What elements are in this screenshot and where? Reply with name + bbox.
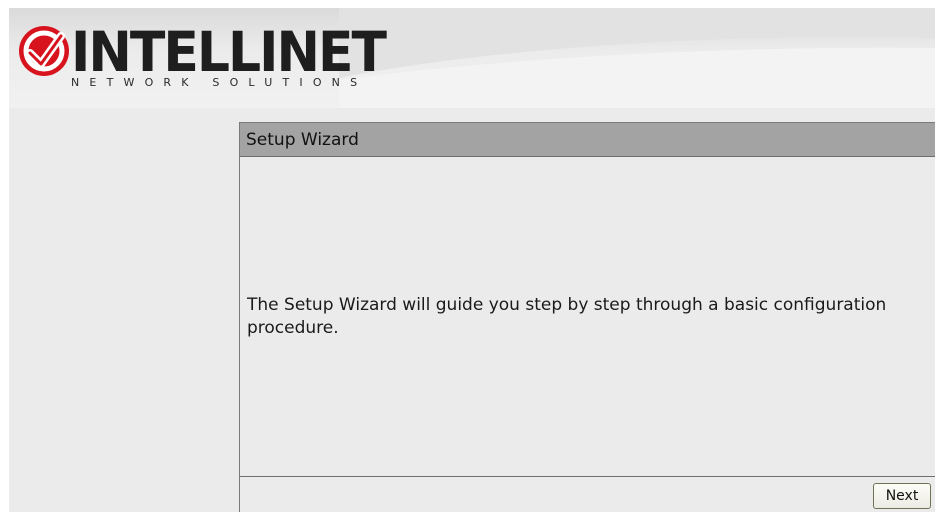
check-mark-circle-icon	[19, 26, 69, 76]
panel-body: The Setup Wizard will guide you step by …	[240, 158, 935, 474]
header-banner: INTELLINET NETWORK SOLUTIONS	[9, 8, 935, 108]
sidebar	[9, 108, 229, 512]
brand-logo-subtitle: NETWORK SOLUTIONS	[71, 76, 368, 89]
next-button[interactable]: Next	[873, 483, 931, 509]
wizard-description: The Setup Wizard will guide you step by …	[247, 295, 887, 338]
panel-title: Setup Wizard	[240, 123, 935, 157]
page-frame: INTELLINET NETWORK SOLUTIONS Setup Wizar…	[9, 8, 935, 512]
header-swoosh-decoration	[339, 8, 935, 108]
brand-logo-text: INTELLINET	[71, 20, 387, 85]
panel-footer: Next	[240, 476, 935, 513]
setup-wizard-panel: Setup Wizard The Setup Wizard will guide…	[239, 122, 935, 512]
